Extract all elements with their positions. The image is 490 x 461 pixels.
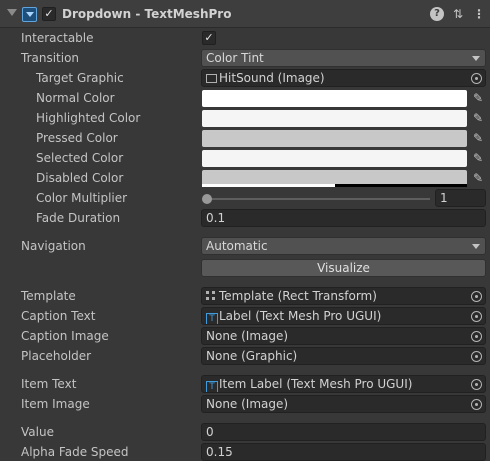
selected-color-swatch[interactable] [202, 150, 467, 167]
caption-image-field[interactable]: None (Image) [201, 327, 486, 345]
kebab-menu-icon[interactable]: ⋮ [472, 7, 486, 21]
caption-image-value: None (Image) [206, 329, 289, 343]
placeholder-label: Placeholder [21, 349, 92, 363]
fade-duration-field[interactable]: 0.1 [201, 209, 486, 227]
eyedropper-icon[interactable]: ✎ [470, 90, 486, 107]
transition-label: Transition [21, 51, 80, 65]
disabled-color-swatch[interactable] [202, 170, 467, 187]
alpha-fade-speed-label: Alpha Fade Speed [21, 445, 129, 459]
object-picker-icon[interactable] [471, 311, 482, 322]
object-picker-icon[interactable] [471, 73, 482, 84]
item-text-field[interactable]: T Item Label (Text Mesh Pro UGUI) [201, 375, 486, 393]
component-header: ✓ Dropdown - TextMeshPro ? ⇅ ⋮ [0, 0, 490, 28]
eyedropper-icon[interactable]: ✎ [470, 170, 486, 187]
disabled-color-label: Disabled Color [36, 171, 124, 185]
object-picker-icon[interactable] [471, 379, 482, 390]
interactable-checkbox[interactable]: ✓ [202, 31, 216, 45]
caption-text-field[interactable]: T Label (Text Mesh Pro UGUI) [201, 307, 486, 325]
textmeshpro-icon: T [206, 381, 218, 392]
color-multiplier-slider[interactable] [206, 198, 430, 200]
alpha-bar-remainder [335, 184, 467, 187]
target-graphic-field[interactable]: HitSound (Image) [201, 69, 486, 87]
eyedropper-icon[interactable]: ✎ [470, 130, 486, 147]
object-picker-icon[interactable] [471, 291, 482, 302]
eyedropper-icon[interactable]: ✎ [470, 150, 486, 167]
rect-transform-icon [206, 291, 216, 301]
component-enabled-checkbox[interactable]: ✓ [42, 7, 56, 21]
alpha-bar [202, 184, 335, 187]
eyedropper-icon[interactable]: ✎ [470, 110, 486, 127]
placeholder-value: None (Graphic) [206, 349, 298, 363]
caption-image-label: Caption Image [21, 329, 109, 343]
value-label: Value [21, 425, 54, 439]
item-image-label: Item Image [21, 397, 90, 411]
template-field[interactable]: Template (Rect Transform) [201, 287, 486, 305]
target-graphic-label: Target Graphic [36, 71, 124, 85]
template-label: Template [21, 289, 76, 303]
navigation-label: Navigation [21, 239, 86, 253]
caption-text-label: Caption Text [21, 309, 96, 323]
transition-value: Color Tint [206, 51, 264, 65]
item-text-value: Item Label (Text Mesh Pro UGUI) [219, 377, 413, 391]
selected-color-label: Selected Color [36, 151, 124, 165]
placeholder-field[interactable]: None (Graphic) [201, 347, 486, 365]
pressed-color-swatch[interactable] [202, 130, 467, 147]
target-graphic-value: HitSound (Image) [219, 71, 325, 85]
textmeshpro-icon: T [206, 313, 218, 324]
slider-thumb[interactable] [202, 194, 212, 204]
component-title: Dropdown - TextMeshPro [62, 7, 232, 21]
item-text-label: Item Text [21, 377, 77, 391]
highlighted-color-swatch[interactable] [202, 110, 467, 127]
image-icon [206, 74, 217, 83]
chevron-down-icon [472, 56, 480, 61]
pressed-color-label: Pressed Color [36, 131, 118, 145]
navigation-value: Automatic [206, 239, 268, 253]
color-multiplier-field[interactable]: 1 [435, 189, 486, 207]
help-icon[interactable]: ? [430, 7, 444, 21]
item-image-value: None (Image) [206, 397, 289, 411]
caption-text-value: Label (Text Mesh Pro UGUI) [219, 309, 382, 323]
navigation-dropdown[interactable]: Automatic [201, 237, 486, 255]
item-image-field[interactable]: None (Image) [201, 395, 486, 413]
normal-color-swatch[interactable] [202, 90, 467, 107]
object-picker-icon[interactable] [471, 331, 482, 342]
alpha-fade-speed-field[interactable]: 0.15 [201, 443, 486, 461]
foldout-arrow-icon[interactable] [7, 9, 17, 16]
preset-sliders-icon[interactable]: ⇅ [451, 7, 465, 21]
color-multiplier-label: Color Multiplier [36, 191, 128, 205]
transition-dropdown[interactable]: Color Tint [201, 49, 486, 67]
interactable-label: Interactable [21, 31, 94, 45]
object-picker-icon[interactable] [471, 351, 482, 362]
object-picker-icon[interactable] [471, 399, 482, 410]
template-value: Template (Rect Transform) [219, 289, 377, 303]
normal-color-label: Normal Color [36, 91, 115, 105]
highlighted-color-label: Highlighted Color [36, 111, 141, 125]
visualize-button[interactable]: Visualize [201, 259, 486, 277]
chevron-down-icon [472, 244, 480, 249]
fade-duration-label: Fade Duration [36, 211, 121, 225]
component-icon [22, 7, 37, 22]
value-field[interactable]: 0 [201, 423, 486, 441]
